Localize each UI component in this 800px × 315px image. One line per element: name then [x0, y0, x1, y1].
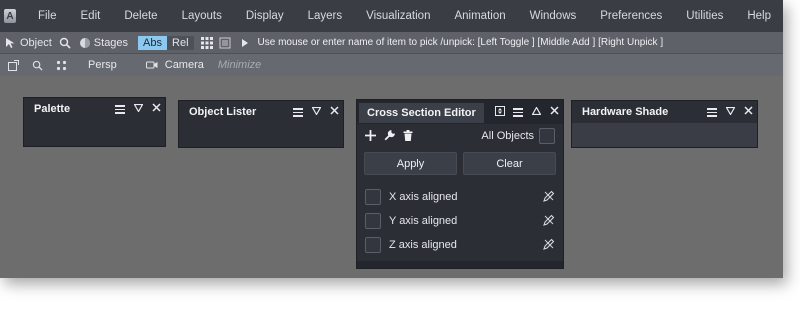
palette-panel: Palette: [23, 97, 166, 147]
all-objects-checkbox[interactable]: [539, 128, 555, 144]
hardware-shade-header: Hardware Shade: [572, 101, 757, 123]
close-icon[interactable]: [545, 106, 563, 118]
all-objects-label: All Objects: [481, 130, 534, 142]
object-lister-panel: Object Lister: [178, 100, 344, 148]
menu-animation[interactable]: Animation: [442, 0, 517, 32]
menu-utilities[interactable]: Utilities: [674, 0, 735, 32]
expand-view-icon[interactable]: [6, 58, 20, 72]
menu-delete[interactable]: Delete: [112, 0, 169, 32]
close-icon[interactable]: [325, 106, 343, 118]
wrench-icon[interactable]: [384, 128, 396, 144]
add-icon[interactable]: [365, 128, 376, 144]
apply-clear-row: Apply Clear: [357, 148, 563, 179]
pick-pencil-icon[interactable]: [543, 238, 555, 253]
clear-button[interactable]: Clear: [463, 152, 556, 175]
expand-up-icon[interactable]: [527, 106, 545, 118]
palette-header: Palette: [24, 98, 165, 120]
pick-object-button[interactable]: Object: [4, 36, 52, 50]
pick-pencil-icon[interactable]: [543, 190, 555, 205]
zoom-icon[interactable]: [30, 58, 44, 72]
axis-row-y: Y axis aligned: [357, 209, 563, 233]
y-axis-checkbox[interactable]: [365, 213, 381, 229]
pick-pencil-icon[interactable]: [543, 214, 555, 229]
menu-layouts[interactable]: Layouts: [170, 0, 234, 32]
y-axis-label: Y axis aligned: [389, 215, 458, 227]
z-axis-label: Z axis aligned: [389, 239, 457, 251]
close-icon[interactable]: [739, 106, 757, 118]
perspective-view-button[interactable]: Persp: [88, 59, 117, 71]
pick-object-icon: [4, 36, 18, 50]
camera-button[interactable]: Camera: [165, 59, 204, 71]
abs-rel-toggle: Abs Rel: [138, 35, 194, 50]
axis-row-z: Z axis aligned: [357, 233, 563, 257]
panel-menu-icon[interactable]: [509, 106, 527, 118]
z-axis-checkbox[interactable]: [365, 237, 381, 253]
axis-row-x: X axis aligned: [357, 185, 563, 209]
camera-icon: [145, 58, 159, 72]
hardware-shade-body: [572, 123, 757, 147]
cross-section-toolbar: All Objects: [357, 124, 563, 148]
panel-menu-icon[interactable]: [111, 103, 129, 115]
close-icon[interactable]: [147, 103, 165, 115]
cross-section-editor-panel: Cross Section Editor All Objects Apply C…: [356, 99, 564, 269]
menu-bar: A File Edit Delete Layouts Display Layer…: [0, 0, 783, 32]
object-lister-title: Object Lister: [189, 106, 257, 118]
cross-section-header: Cross Section Editor: [357, 100, 563, 124]
hardware-shade-title: Hardware Shade: [582, 106, 669, 118]
panel-menu-icon[interactable]: [289, 106, 307, 118]
menu-layers[interactable]: Layers: [296, 0, 355, 32]
rel-toggle[interactable]: Rel: [167, 35, 194, 50]
trash-icon[interactable]: [403, 128, 413, 144]
pick-toolbar: Object Stages Abs Rel Use mouse or enter…: [0, 32, 783, 54]
collapse-icon[interactable]: [129, 103, 147, 115]
menu-windows[interactable]: Windows: [518, 0, 589, 32]
play-icon[interactable]: [238, 36, 252, 50]
cross-section-tab[interactable]: Cross Section Editor: [359, 103, 484, 123]
menu-file[interactable]: File: [26, 0, 69, 32]
collapse-icon[interactable]: [307, 106, 325, 118]
x-axis-checkbox[interactable]: [365, 189, 381, 205]
x-axis-label: X axis aligned: [389, 191, 458, 203]
object-lister-header: Object Lister: [179, 101, 343, 123]
menu-preferences[interactable]: Preferences: [588, 0, 674, 32]
axis-list: X axis aligned Y axis aligned Z axis ali…: [357, 179, 563, 261]
menu-display[interactable]: Display: [234, 0, 296, 32]
hardware-shade-panel: Hardware Shade: [571, 100, 758, 148]
minimize-button[interactable]: Minimize: [218, 59, 261, 71]
application-window: A File Edit Delete Layouts Display Layer…: [0, 0, 783, 278]
list-icon[interactable]: [218, 36, 232, 50]
grid-icon[interactable]: [200, 36, 214, 50]
view-toolbar: Persp Camera Minimize: [0, 54, 783, 76]
palette-title: Palette: [34, 103, 71, 115]
pick-stages-button[interactable]: Stages: [78, 36, 128, 50]
app-logo-icon[interactable]: A: [4, 9, 16, 23]
apply-button[interactable]: Apply: [364, 152, 457, 175]
stages-icon: [78, 36, 92, 50]
resize-icon[interactable]: [491, 105, 509, 119]
menu-edit[interactable]: Edit: [69, 0, 113, 32]
search-icon[interactable]: [58, 36, 72, 50]
menu-help[interactable]: Help: [735, 0, 783, 32]
node-icon[interactable]: [54, 58, 68, 72]
pick-hint-text: Use mouse or enter name of item to pick …: [257, 37, 664, 48]
menu-visualization[interactable]: Visualization: [354, 0, 442, 32]
abs-toggle[interactable]: Abs: [138, 35, 168, 50]
panel-menu-icon[interactable]: [703, 106, 721, 118]
collapse-icon[interactable]: [721, 106, 739, 118]
